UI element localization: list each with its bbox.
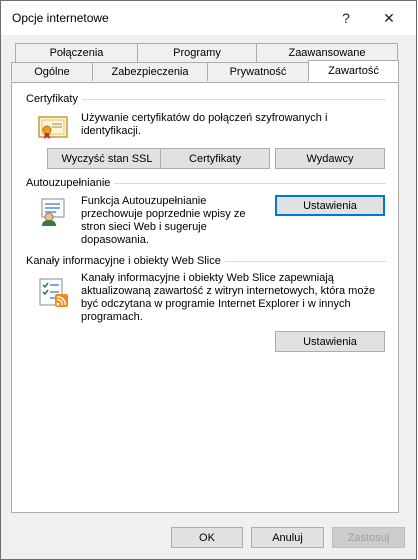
rss-feeds-icon — [39, 278, 68, 307]
window-title: Opcje internetowe — [12, 11, 109, 25]
tab-label: Ogólne — [34, 66, 70, 78]
help-icon: ? — [342, 10, 350, 26]
cancel-button[interactable]: Anuluj — [251, 527, 324, 548]
tab-strip: Połączenia Programy Zaawansowane Ogólne … — [11, 43, 399, 83]
internet-options-dialog: Opcje internetowe ? ✕ Połączenia Program… — [0, 0, 417, 560]
title-bar: Opcje internetowe ? ✕ — [1, 1, 416, 35]
tab-general[interactable]: Ogólne — [11, 62, 93, 81]
close-button[interactable]: ✕ — [374, 7, 404, 29]
autocomplete-heading: Autouzupełnianie — [26, 177, 115, 189]
tab-privacy[interactable]: Prywatność — [207, 62, 309, 81]
feeds-description: Kanały informacyjne i obiekty Web Slice … — [81, 272, 376, 323]
feeds-settings-button[interactable]: Ustawienia — [275, 331, 385, 352]
tab-label: Zaawansowane — [288, 47, 366, 59]
close-icon: ✕ — [383, 9, 395, 26]
autocomplete-settings-button[interactable]: Ustawienia — [275, 195, 385, 216]
certificates-heading: Certyfikaty — [26, 93, 82, 105]
certificates-button[interactable]: Certyfikaty — [160, 148, 270, 169]
tab-content[interactable]: Zawartość — [308, 60, 399, 82]
certificate-icon — [38, 116, 68, 139]
content-tab-panel: Certyfikaty Używanie certyfikatów do poł… — [11, 82, 399, 513]
tab-label: Prywatność — [229, 66, 287, 78]
feeds-heading: Kanały informacyjne i obiekty Web Slice — [26, 255, 225, 267]
tab-connections[interactable]: Połączenia — [15, 43, 138, 62]
tab-label: Zabezpieczenia — [111, 66, 189, 78]
tab-label: Połączenia — [49, 47, 104, 59]
tab-programs[interactable]: Programy — [137, 43, 257, 62]
apply-button[interactable]: Zastosuj — [332, 527, 405, 548]
tab-label: Programy — [173, 47, 221, 59]
autocomplete-description: Funkcja Autouzupełnianie przechowuje pop… — [81, 195, 246, 246]
clear-ssl-state-button[interactable]: Wyczyść stan SSL — [47, 148, 167, 169]
ok-button[interactable]: OK — [171, 527, 243, 548]
tab-security[interactable]: Zabezpieczenia — [92, 62, 208, 81]
certificates-description: Używanie certyfikatów do połączeń szyfro… — [81, 112, 328, 137]
help-button[interactable]: ? — [331, 7, 361, 29]
publishers-button[interactable]: Wydawcy — [275, 148, 385, 169]
tab-label: Zawartość — [328, 65, 379, 77]
autocomplete-user-icon — [41, 198, 65, 226]
